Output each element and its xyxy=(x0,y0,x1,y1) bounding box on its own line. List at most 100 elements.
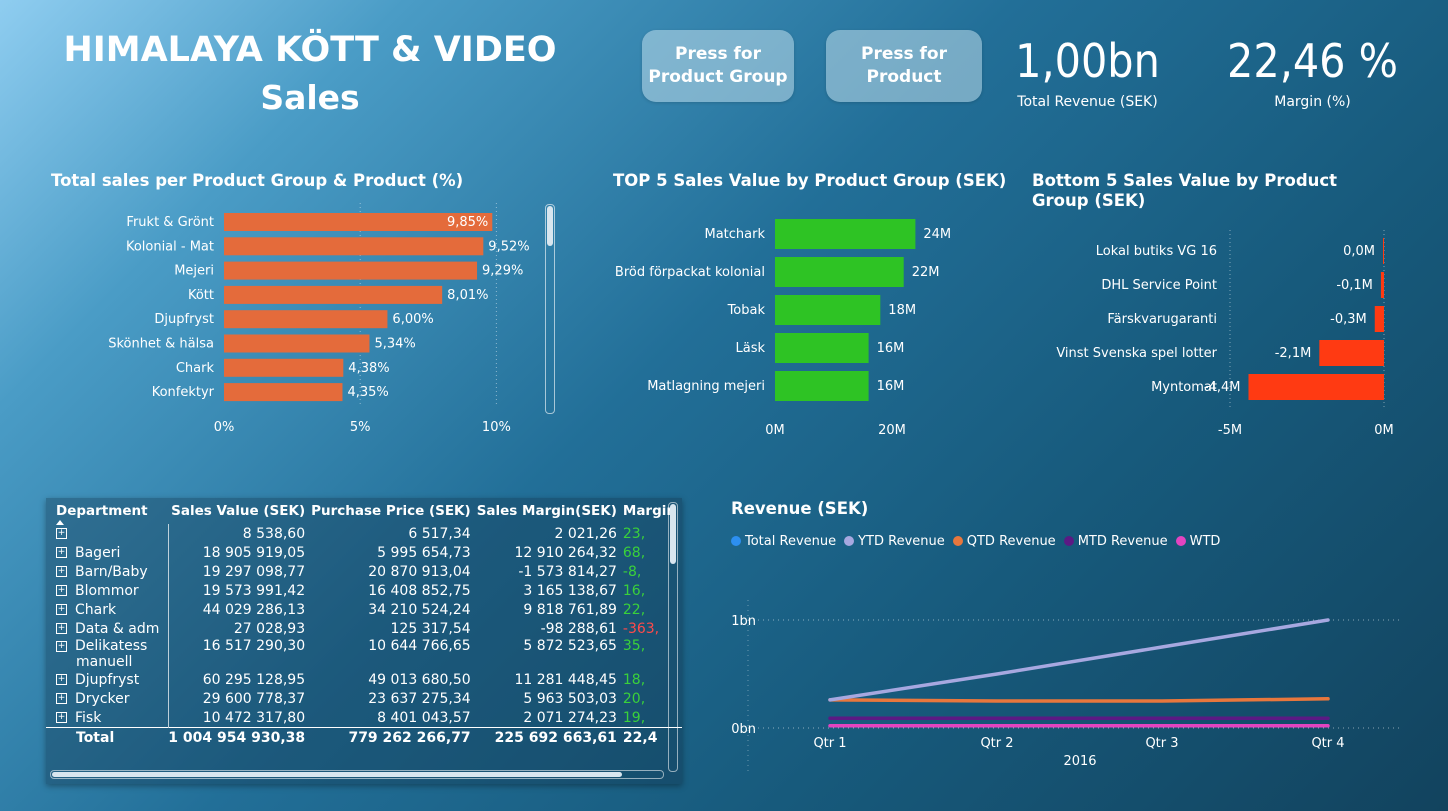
legend-item[interactable]: MTD Revenue xyxy=(1063,534,1168,549)
department-cell[interactable]: + Data & adm xyxy=(46,619,169,638)
chart2-title: TOP 5 Sales Value by Product Group (SEK) xyxy=(613,171,1007,190)
chart1-scrollbar[interactable] xyxy=(545,204,555,414)
expand-icon[interactable]: + xyxy=(56,604,67,615)
table-row[interactable]: + Chark 44 029 286,13 34 210 524,24 9 818 76… xyxy=(46,600,682,619)
expand-icon[interactable]: + xyxy=(56,547,67,558)
product-group-button-line2: Product Group xyxy=(648,67,788,87)
sales-margin-cell: 5 872 523,65 xyxy=(523,638,617,654)
purchase-price-cell: 16 408 852,75 xyxy=(368,582,471,599)
department-cell[interactable]: + Blommor xyxy=(46,581,169,600)
chart2-data-label: 16M xyxy=(877,379,905,394)
table-vertical-scrollbar-thumb[interactable] xyxy=(670,504,676,564)
expand-icon[interactable]: + xyxy=(56,712,67,723)
col-header-purchase-price[interactable]: Purchase Price (SEK) xyxy=(311,498,477,524)
purchase-price-cell: 49 013 680,50 xyxy=(368,671,471,688)
chart1-bar xyxy=(224,358,344,377)
sales-margin-cell: -98 288,61 xyxy=(540,620,617,637)
legend-item[interactable]: QTD Revenue xyxy=(952,534,1056,549)
chart1-scrollbar-thumb[interactable] xyxy=(547,206,553,246)
col-header-sales-margin[interactable]: Sales Margin(SEK) xyxy=(477,498,623,524)
expand-icon[interactable]: + xyxy=(56,528,67,539)
chart2-category-label: Matchark xyxy=(704,227,765,242)
sales-value-cell: 19 573 991,42 xyxy=(202,582,306,599)
expand-icon[interactable]: + xyxy=(56,623,67,634)
chart2-data-label: 16M xyxy=(877,341,905,356)
chart1-data-label: 4,38% xyxy=(348,361,389,376)
revenue-y-tick-label: 1bn xyxy=(731,614,756,629)
legend-label: WTD xyxy=(1189,533,1221,549)
department-cell[interactable]: + Barn/Baby xyxy=(46,562,169,581)
chart2-svg: 0M 20M Matchark 24M Bröd förpackat kolonial 2… xyxy=(615,219,951,438)
purchase-price-cell: 5 995 654,73 xyxy=(377,544,471,561)
table-row[interactable]: + Data & adm 27 028,93 125 317,54 -98 288,61… xyxy=(46,619,682,638)
product-group-button[interactable]: Press for Product Group xyxy=(642,30,794,102)
table-row[interactable]: + Djupfryst 60 295 128,95 49 013 680,50 11 2… xyxy=(46,670,682,689)
chart1-tick-label: 5% xyxy=(350,420,371,435)
table-horizontal-scrollbar[interactable] xyxy=(50,770,664,779)
table-vertical-scrollbar[interactable] xyxy=(668,502,678,772)
chart1-bar xyxy=(224,334,370,353)
revenue-x-tick-label: Qtr 4 xyxy=(1311,736,1344,751)
expand-icon[interactable]: + xyxy=(56,585,67,596)
department-name: Barn/Baby xyxy=(75,563,148,580)
sort-arrow-icon xyxy=(56,520,64,525)
table-row[interactable]: + Delikatess manuell 16 517 290,30 10 644 76… xyxy=(46,638,682,670)
sales-margin-cell: 9 818 761,89 xyxy=(523,601,617,618)
chart2-bar xyxy=(775,371,869,401)
expand-icon[interactable]: + xyxy=(56,693,67,704)
chart1-category-label: Mejeri xyxy=(174,264,214,279)
chart2-category-label: Matlagning mejeri xyxy=(647,379,765,394)
table-row[interactable]: + Fisk 10 472 317,80 8 401 043,57 2 071 274,… xyxy=(46,708,682,728)
sales-value-cell: 8 538,60 xyxy=(242,525,306,542)
department-cell[interactable]: + Djupfryst xyxy=(46,670,169,689)
chart1-category-label: Kött xyxy=(188,288,214,303)
department-cell[interactable]: + Drycker xyxy=(46,689,169,708)
chart2-category-label: Läsk xyxy=(735,341,765,356)
col-header-department[interactable]: Department xyxy=(46,498,168,524)
total-purchase-price-cell: 779 262 266,77 xyxy=(311,727,477,747)
revenue-series-line xyxy=(828,618,1330,702)
legend-item[interactable]: WTD xyxy=(1175,533,1221,549)
expand-icon[interactable]: + xyxy=(56,640,67,652)
table-row[interactable]: + Blommor 19 573 991,42 16 408 852,75 3 165 … xyxy=(46,581,682,600)
product-button[interactable]: Press for Product xyxy=(826,30,982,102)
total-revenue-label: Total Revenue (SEK) xyxy=(1017,94,1158,110)
chart1-category-label: Chark xyxy=(176,361,215,376)
sales-value-cell: 16 517 290,30 xyxy=(202,638,306,654)
sales-value-cell: 19 297 098,77 xyxy=(202,563,306,580)
department-cell[interactable]: + Bageri xyxy=(46,543,169,562)
table-horizontal-scrollbar-thumb[interactable] xyxy=(52,772,622,777)
table-row[interactable]: + Drycker 29 600 778,37 23 637 275,34 5 963 … xyxy=(46,689,682,708)
department-cell[interactable]: + Delikatess manuell xyxy=(46,638,169,670)
table-row[interactable]: + Bageri 18 905 919,05 5 995 654,73 12 910 2… xyxy=(46,543,682,562)
legend-dot-icon xyxy=(844,536,855,546)
department-name: Djupfryst xyxy=(75,671,140,688)
chart1-category-label: Frukt & Grönt xyxy=(126,215,214,230)
chart1-bar xyxy=(224,310,388,329)
department-table[interactable]: Department Sales Value (SEK) Purchase Pr… xyxy=(46,498,682,784)
chart1-bar xyxy=(224,237,484,256)
chart1-bar xyxy=(224,383,343,402)
department-cell[interactable]: + Chark xyxy=(46,600,169,619)
department-cell[interactable]: + xyxy=(46,524,169,543)
chart3-data-label: 0,0M xyxy=(1343,244,1375,259)
sales-value-cell: 18 905 919,05 xyxy=(202,544,306,561)
total-revenue-value: 1,00bn xyxy=(1015,34,1160,88)
department-cell[interactable]: + Fisk xyxy=(46,708,169,728)
chart3-title: Bottom 5 Sales Value by Product Group (S… xyxy=(1032,171,1338,210)
expand-icon[interactable]: + xyxy=(56,566,67,577)
col-header-sales-value[interactable]: Sales Value (SEK) xyxy=(168,498,311,524)
chart3-category-label: Färskvarugaranti xyxy=(1107,312,1217,327)
revenue-series-line xyxy=(828,697,1330,703)
table-row[interactable]: +8 538,60 6 517,34 2 021,26 23, xyxy=(46,524,682,543)
legend-item[interactable]: YTD Revenue xyxy=(844,534,945,549)
table-row[interactable]: + Barn/Baby 19 297 098,77 20 870 913,04 -1 5… xyxy=(46,562,682,581)
purchase-price-cell: 125 317,54 xyxy=(390,620,471,637)
legend-item[interactable]: Total Revenue xyxy=(731,534,836,549)
expand-icon[interactable]: + xyxy=(56,674,67,685)
sales-value-cell: 60 295 128,95 xyxy=(202,671,306,688)
sales-margin-cell: 11 281 448,45 xyxy=(514,671,617,688)
chart2-bar xyxy=(775,219,916,249)
revenue-x-tick-label: Qtr 1 xyxy=(813,736,846,751)
chart3-bar xyxy=(1380,272,1384,298)
